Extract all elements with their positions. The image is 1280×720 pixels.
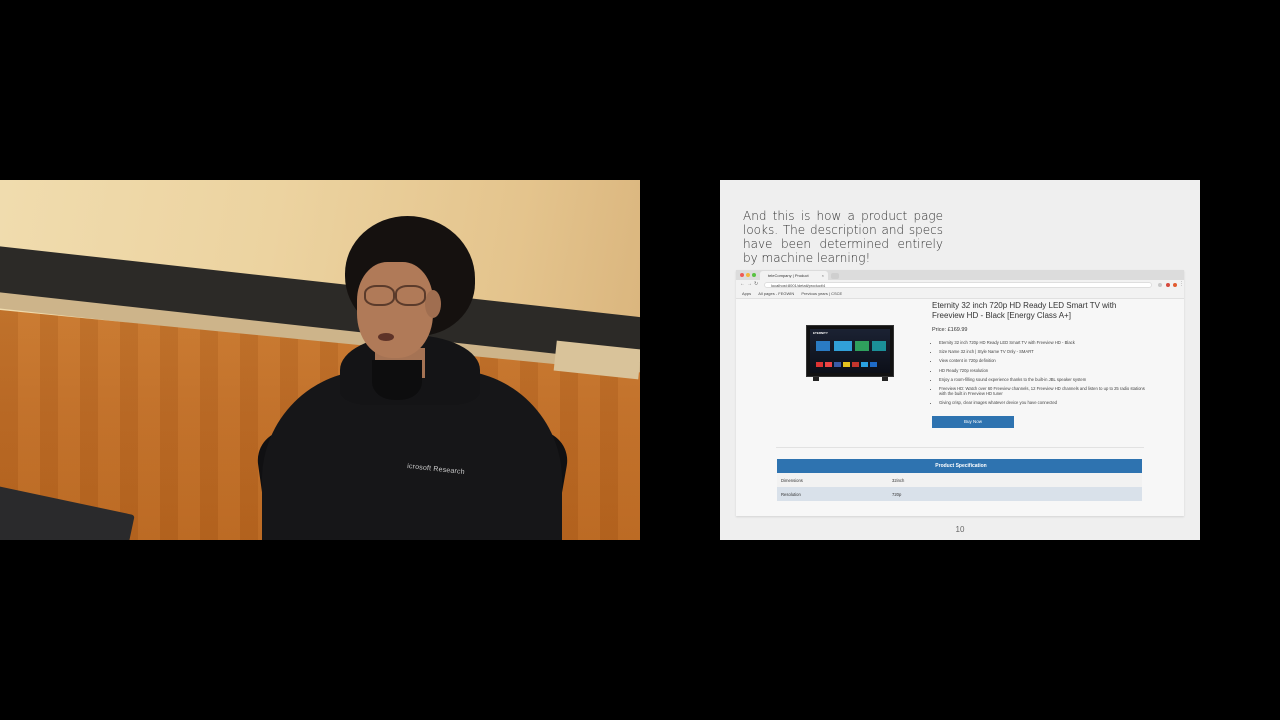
tv-foot-left <box>813 377 819 381</box>
section-divider <box>776 447 1144 448</box>
back-arrow-icon[interactable]: ← <box>740 281 745 287</box>
tv-foot-right <box>882 377 888 381</box>
spec-value: 720p <box>892 491 902 497</box>
tv-app-icon <box>861 362 868 367</box>
tv-tile <box>872 341 886 351</box>
minimize-window-dot[interactable] <box>746 273 750 277</box>
menu-dots-icon[interactable]: ⋮ <box>1179 281 1184 287</box>
product-price: Price: £169.99 <box>932 327 968 333</box>
glasses-lens-left <box>364 285 395 306</box>
forward-arrow-icon[interactable]: → <box>747 281 752 287</box>
product-image: ETERNITY <box>806 325 894 377</box>
spec-label: Dimensions <box>781 477 803 483</box>
tv-app-icon <box>870 362 877 367</box>
product-page: ETERNITY Eternity 32 inch 720p HD Ready … <box>736 299 1184 516</box>
hoodie-collar <box>372 360 422 400</box>
star-icon[interactable] <box>1158 283 1162 287</box>
list-item: View content in 720p definition <box>939 358 1153 363</box>
speaker-glasses <box>360 285 426 306</box>
browser-tab[interactable]: teleCompany | Product × <box>760 271 828 280</box>
extension-icon-2[interactable] <box>1173 283 1177 287</box>
bookmark-all-pages[interactable]: All pages - FEGWIN <box>758 291 794 296</box>
table-row: Dimensions 32inch <box>777 473 1142 487</box>
list-item: HD Ready 720p resolution <box>939 368 1153 373</box>
table-row: Resolution 720p <box>777 487 1142 501</box>
close-window-dot[interactable] <box>740 273 744 277</box>
speaker-ear <box>425 290 441 318</box>
slide-caption: And this is how a product page looks. Th… <box>743 209 943 265</box>
tv-tile <box>834 341 852 351</box>
glasses-lens-right <box>395 285 426 306</box>
slide-page-number: 10 <box>955 525 965 534</box>
browser-toolbar: ← → ↻ localhost:8001/detail/product/4 ⋮ <box>736 280 1184 290</box>
list-item: Freeview HD: Watch over 60 Freeview chan… <box>939 386 1153 396</box>
tv-tile <box>855 341 869 351</box>
speaker-face <box>357 262 433 358</box>
bookmark-previous-years[interactable]: Previous years | CSCE <box>801 291 842 296</box>
spec-table-header: Product Specification <box>777 459 1142 473</box>
tv-app-icon <box>834 362 841 367</box>
speaker-mouth <box>378 333 394 341</box>
list-item: Giving crisp, clear images whatever devi… <box>939 400 1153 405</box>
spec-value: 32inch <box>892 477 905 483</box>
browser-tab-strip: teleCompany | Product × <box>736 270 1184 280</box>
product-specification-table: Product Specification Dimensions 32inch … <box>777 459 1142 501</box>
tv-tile <box>816 341 830 351</box>
list-item: Size Name 32 inch | Style Name TV Only -… <box>939 349 1153 354</box>
browser-screenshot: teleCompany | Product × ← → ↻ localhost:… <box>736 270 1184 516</box>
extension-icon[interactable] <box>1166 283 1170 287</box>
tv-screen: ETERNITY <box>810 329 890 373</box>
buy-now-button[interactable]: Buy Now <box>932 416 1014 428</box>
spec-label: Resolution <box>781 491 801 497</box>
tab-close-icon[interactable]: × <box>822 271 824 280</box>
browser-tab-title: teleCompany | Product <box>768 273 809 278</box>
product-feature-list: Eternity 32 inch 720p HD Ready LED Smart… <box>932 340 1153 409</box>
new-tab-button[interactable] <box>831 273 839 279</box>
tv-app-icon <box>825 362 832 367</box>
speaker-video: icrosoft Research <box>0 180 640 540</box>
reload-icon[interactable]: ↻ <box>754 281 758 287</box>
list-item: Eternity 32 inch 720p HD Ready LED Smart… <box>939 340 1153 345</box>
tv-brand-label: ETERNITY <box>813 331 828 335</box>
product-title: Eternity 32 inch 720p HD Ready LED Smart… <box>932 301 1117 320</box>
tv-app-icon <box>852 362 859 367</box>
bookmarks-bar: Apps All pages - FEGWIN Previous years |… <box>736 290 1184 299</box>
tv-app-icon <box>816 362 823 367</box>
list-item: Enjoy a room-filling sound experience th… <box>939 377 1153 382</box>
address-bar[interactable]: localhost:8001/detail/product/4 <box>764 282 1152 288</box>
tv-app-icon <box>843 362 850 367</box>
speaker: icrosoft Research <box>0 180 640 540</box>
maximize-window-dot[interactable] <box>752 273 756 277</box>
presentation-slide: And this is how a product page looks. Th… <box>720 180 1200 540</box>
bookmark-apps[interactable]: Apps <box>742 291 751 296</box>
